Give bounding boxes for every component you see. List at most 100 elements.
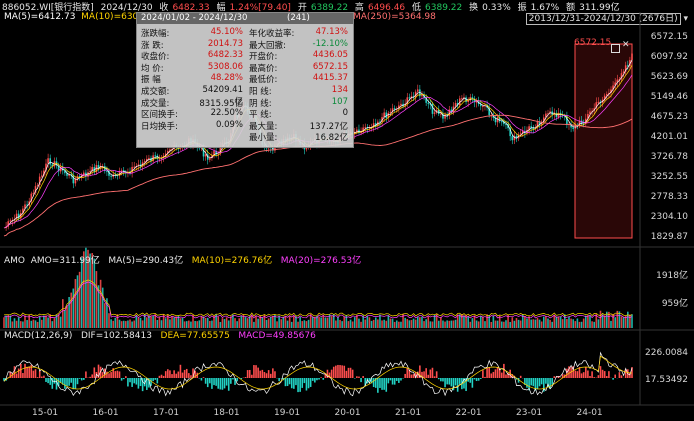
volume-bar — [280, 319, 283, 328]
close-icon[interactable]: ✕ — [622, 40, 630, 50]
volume-bar — [238, 318, 241, 328]
macd-bar — [244, 377, 247, 378]
macd-bar — [349, 367, 352, 378]
macd-bar — [269, 373, 272, 378]
volume-bar — [511, 317, 514, 328]
macd-bar — [248, 369, 251, 378]
volume-bar — [99, 279, 102, 328]
volume-bar — [589, 315, 591, 328]
macd-bar — [574, 370, 577, 378]
amo-legend: AMO AMO=311.99亿 MA(5)=290.43亿 MA(10)=276… — [4, 253, 361, 266]
macd-bar — [299, 378, 301, 392]
macd-bar — [290, 378, 293, 389]
popup-stat-value: 0.09% — [215, 119, 243, 130]
volume-bar — [59, 316, 62, 328]
candle-body — [110, 175, 112, 177]
candle-body — [408, 97, 411, 99]
macd-bar — [83, 378, 85, 380]
macd-bar — [551, 378, 553, 385]
macd-bar — [17, 368, 20, 378]
volume-bar — [278, 315, 280, 328]
macd-bar — [76, 378, 79, 385]
volume-bar — [125, 321, 127, 328]
macd-bar — [391, 378, 394, 385]
macd-bar — [24, 363, 26, 378]
macd-bar — [580, 373, 583, 378]
macd-bar — [108, 373, 110, 378]
candle-body — [154, 155, 157, 157]
volume-bar — [374, 317, 377, 328]
macd-bar — [398, 378, 400, 383]
macd-bar — [225, 378, 228, 386]
macd-bar — [217, 378, 220, 389]
candle-body — [49, 158, 52, 165]
candle-body — [511, 136, 514, 141]
volume-bar — [301, 321, 304, 328]
price-axis-tick: 6572.15 — [650, 32, 688, 42]
macd-bar — [158, 375, 161, 378]
volume-bar — [251, 315, 253, 328]
macd-bar — [423, 371, 425, 378]
macd-bar — [185, 368, 188, 378]
popup-stat-label: 日均换手: — [141, 121, 178, 132]
volume-bar — [198, 320, 201, 328]
volume-bar — [204, 318, 207, 328]
volume-bar — [603, 315, 606, 328]
volume-bar — [440, 317, 442, 328]
macd-bar — [116, 370, 119, 378]
macd-bar — [437, 378, 440, 380]
volume-bar — [597, 319, 600, 328]
macd-bar — [89, 376, 91, 378]
volume-bar — [532, 319, 535, 328]
macd-bar — [406, 368, 409, 378]
popup-stat-label: 涨 跌: — [141, 40, 164, 51]
macd-bar — [425, 368, 427, 378]
volume-bar — [324, 317, 327, 328]
macd-bar — [372, 378, 375, 388]
volume-bar — [246, 318, 249, 328]
macd-bar — [540, 378, 543, 385]
volume-bar — [188, 320, 190, 328]
volume-bar — [211, 320, 213, 328]
macd-bar — [188, 373, 190, 378]
macd-bar — [358, 376, 360, 378]
macd-bar — [162, 375, 165, 378]
volume-bar — [423, 321, 425, 328]
macd-bar — [385, 378, 388, 392]
volume-bar — [622, 317, 625, 328]
volume-bar — [22, 321, 24, 328]
volume-bar — [412, 318, 415, 328]
volume-bar — [452, 320, 455, 328]
popup-stat-label: 最大量: — [249, 121, 278, 132]
macd-bar — [496, 367, 499, 378]
macd-bar — [177, 371, 180, 378]
volume-bar — [612, 313, 614, 328]
volume-bar — [572, 319, 574, 328]
volume-bar — [393, 321, 396, 328]
macd-bar — [387, 378, 390, 384]
volume-bar — [160, 320, 163, 328]
popup-stat-value: 134 — [331, 85, 348, 95]
volume-bar — [496, 320, 499, 328]
macd-bar — [503, 363, 505, 378]
volume-bar — [398, 321, 400, 328]
macd-bar — [129, 378, 131, 383]
popup-stat-value: 5308.06 — [207, 61, 243, 72]
volume-bar — [503, 321, 505, 328]
volume-bar — [379, 314, 381, 328]
time-axis-tick: 19-01 — [274, 408, 301, 418]
macd-bar — [339, 365, 341, 378]
maximize-icon[interactable] — [611, 44, 620, 53]
volume-bar — [559, 316, 562, 328]
macd-bar — [601, 369, 604, 378]
volume-bar — [408, 320, 411, 328]
popup-stat-label: 区间换手: — [141, 110, 178, 121]
macd-bar — [532, 378, 535, 387]
volume-bar — [265, 320, 268, 328]
macd-bar — [32, 370, 35, 378]
time-axis-tick: 21-01 — [395, 408, 422, 418]
volume-bar — [131, 321, 133, 328]
candle-body — [500, 121, 503, 123]
popup-range: 2024/01/02 - 2024/12/30 — [141, 13, 248, 23]
macd-bar — [593, 377, 595, 378]
